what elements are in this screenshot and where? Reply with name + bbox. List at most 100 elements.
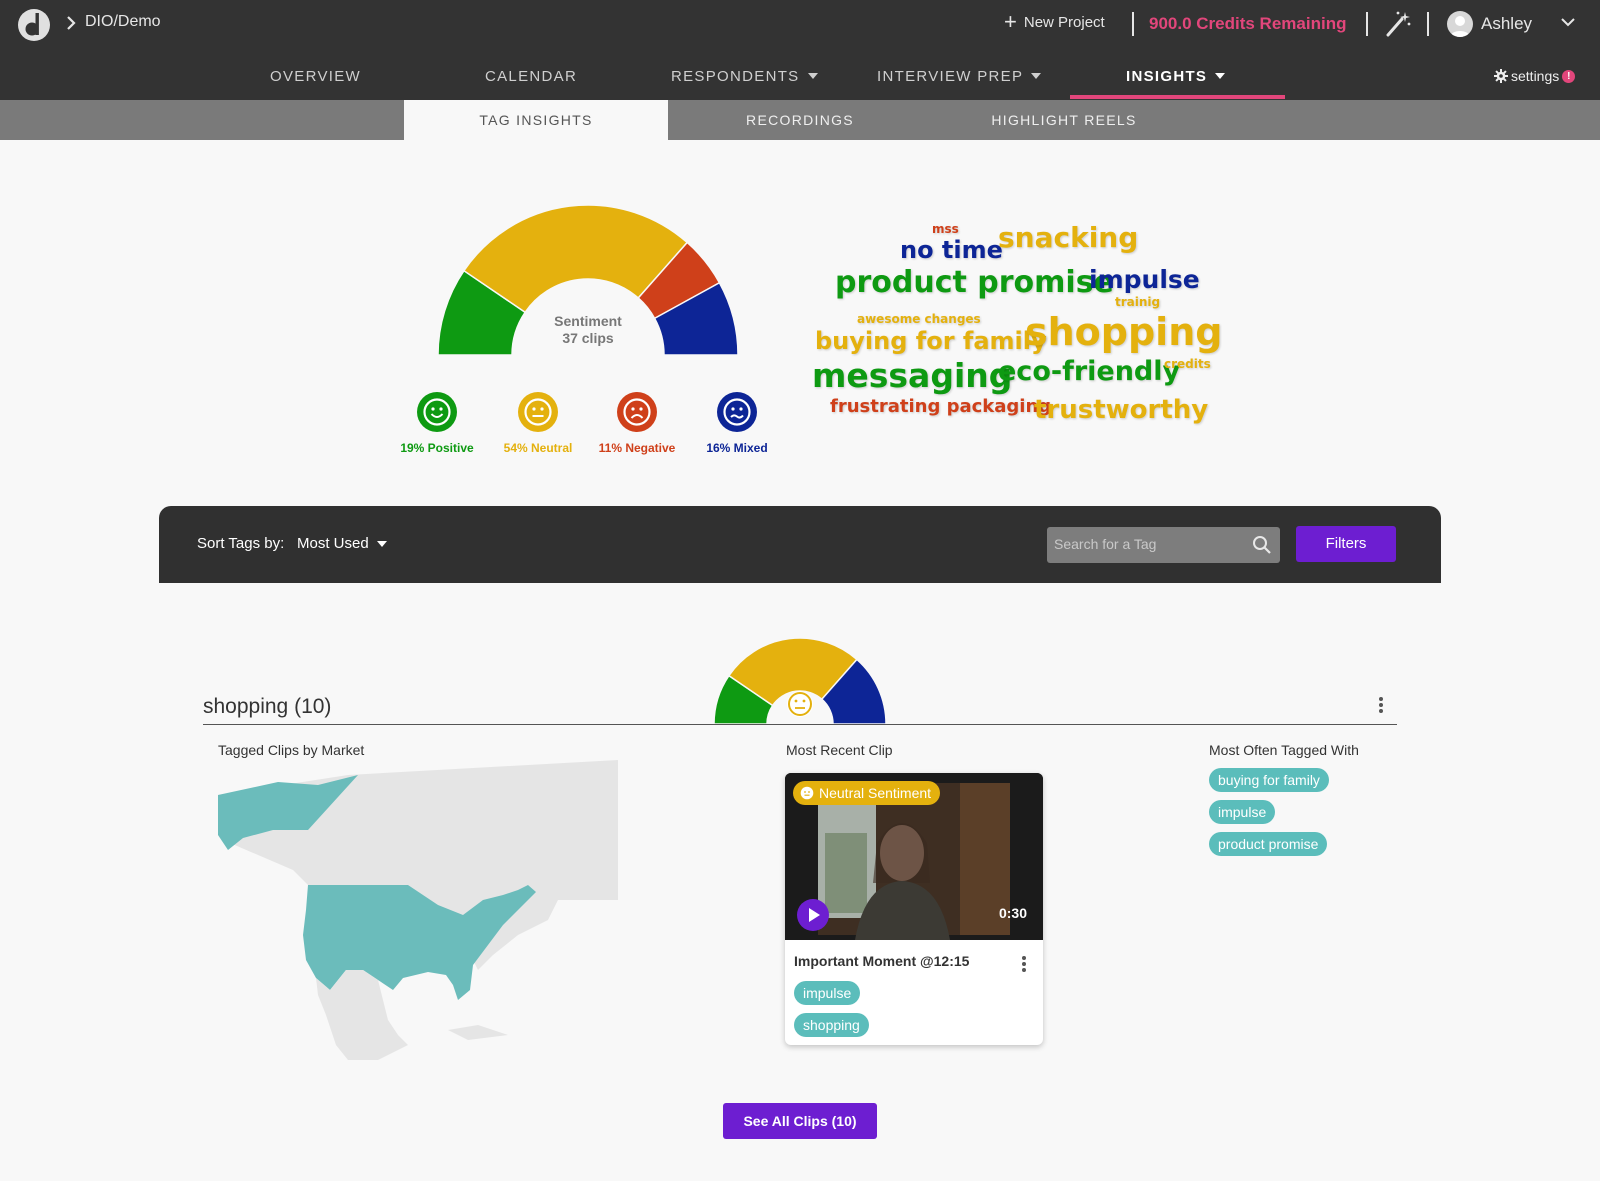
user-name[interactable]: Ashley: [1481, 14, 1532, 34]
neutral-face-icon: [518, 392, 558, 432]
active-nav-indicator: [1070, 95, 1285, 99]
cloud-word[interactable]: mss: [932, 222, 959, 236]
sort-value: Most Used: [297, 535, 369, 552]
sort-dropdown[interactable]: Most Used: [297, 535, 387, 552]
clip-tag-pill[interactable]: shopping: [794, 1013, 869, 1037]
cloud-word[interactable]: credits: [1164, 357, 1211, 371]
cloud-word[interactable]: buying for family: [815, 327, 1047, 355]
tab-highlight-reels[interactable]: HIGHLIGHT REELS: [932, 100, 1196, 140]
search-input[interactable]: Search for a Tag: [1047, 527, 1280, 563]
cloud-word[interactable]: no time: [900, 236, 1003, 264]
recent-clip-card[interactable]: Neutral Sentiment 0:30 Important Moment …: [785, 773, 1043, 1045]
user-icon: [1450, 16, 1470, 37]
nav-respondents[interactable]: RESPONDENTS: [671, 66, 818, 86]
clip-thumbnail[interactable]: Neutral Sentiment 0:30: [785, 773, 1043, 940]
tag-title: shopping (10): [203, 695, 332, 718]
search-placeholder: Search for a Tag: [1054, 536, 1157, 552]
filters-button[interactable]: Filters: [1296, 526, 1396, 562]
caribbean-region[interactable]: [448, 1025, 508, 1040]
divider: [1427, 12, 1429, 36]
more-vertical-icon[interactable]: [1378, 696, 1384, 714]
breadcrumb[interactable]: DIO/Demo: [85, 13, 161, 31]
cloud-word[interactable]: shopping: [1025, 310, 1222, 354]
play-icon: [809, 908, 820, 922]
nav-respondents-label: RESPONDENTS: [671, 67, 800, 85]
cloud-word[interactable]: product promise: [835, 265, 1114, 300]
tab-recordings[interactable]: RECORDINGS: [668, 100, 932, 140]
cloud-word[interactable]: trustworthy: [1034, 395, 1208, 425]
avatar[interactable]: [1447, 11, 1473, 37]
caret-down-icon: [1031, 73, 1042, 79]
gear-icon: [1494, 69, 1508, 83]
nav-insights-label: INSIGHTS: [1126, 67, 1208, 85]
related-tag-pill[interactable]: impulse: [1209, 800, 1276, 824]
search-icon[interactable]: [1252, 535, 1272, 555]
nav-overview[interactable]: OVERVIEW: [270, 66, 361, 86]
chevron-down-icon[interactable]: [1560, 16, 1576, 28]
play-button[interactable]: [797, 899, 829, 931]
cloud-word[interactable]: frustrating packaging: [830, 396, 1051, 417]
related-tag-pill[interactable]: buying for family: [1209, 768, 1329, 792]
legend-mixed: 16% Mixed: [687, 392, 787, 455]
sentiment-badge: Neutral Sentiment: [793, 781, 941, 805]
legend-positive-label: 19% Positive: [400, 441, 474, 455]
caret-down-icon: [807, 73, 818, 79]
legend-negative-label: 11% Negative: [598, 441, 676, 455]
tag-sentiment-gauge: [713, 637, 887, 724]
credits-remaining[interactable]: 900.0 Credits Remaining: [1149, 14, 1346, 34]
sort-label: Sort Tags by:: [197, 535, 285, 552]
divider: [1132, 12, 1134, 36]
new-project-button[interactable]: + New Project: [1004, 9, 1105, 34]
dio-logo-icon[interactable]: [17, 8, 51, 42]
legend-positive: 19% Positive: [387, 392, 487, 455]
nav-insights[interactable]: INSIGHTS: [1126, 66, 1226, 86]
recent-clip-label: Most Recent Clip: [786, 742, 893, 758]
chevron-right-icon: [67, 16, 76, 30]
cloud-word[interactable]: awesome changes: [857, 312, 981, 326]
clip-title[interactable]: Important Moment @12:15: [794, 953, 969, 969]
nav-interview-prep[interactable]: INTERVIEW PREP: [877, 66, 1042, 86]
tab-tag-insights[interactable]: TAG INSIGHTS: [404, 100, 668, 140]
settings-label: settings: [1511, 68, 1560, 84]
divider: [203, 724, 1397, 725]
nav-calendar[interactable]: CALENDAR: [485, 66, 577, 86]
mixed-face-icon: [717, 392, 757, 432]
sentiment-gauge: Sentiment 37 clips: [437, 204, 739, 356]
related-tags-label: Most Often Tagged With: [1209, 742, 1359, 758]
tag-toolbar: Sort Tags by: Most Used Search for a Tag…: [159, 506, 1441, 583]
new-project-label: New Project: [1023, 13, 1105, 31]
gauge-title: Sentiment: [554, 313, 622, 329]
cloud-word[interactable]: messaging: [812, 356, 1012, 395]
market-map: [218, 760, 618, 1060]
caret-down-icon: [376, 540, 387, 547]
alert-icon: !: [1562, 69, 1576, 83]
map-label: Tagged Clips by Market: [218, 742, 365, 758]
magic-wand-icon[interactable]: [1384, 10, 1412, 38]
cloud-word[interactable]: eco-friendly: [998, 356, 1180, 387]
frown-face-icon: [617, 392, 657, 432]
cloud-word[interactable]: snacking: [998, 221, 1138, 254]
see-all-clips-button[interactable]: See All Clips (10): [723, 1103, 877, 1139]
clip-tag-pill[interactable]: impulse: [794, 981, 861, 1005]
more-vertical-icon[interactable]: [1021, 955, 1027, 973]
top-bar: DIO/Demo + New Project 900.0 Credits Rem…: [0, 0, 1600, 100]
clip-duration: 0:30: [998, 905, 1027, 921]
plus-icon: +: [1004, 9, 1017, 34]
legend-neutral-label: 54% Neutral: [503, 441, 573, 455]
gauge-clip-count: 37 clips: [562, 330, 614, 346]
legend-neutral: 54% Neutral: [488, 392, 588, 455]
cloud-word[interactable]: impulse: [1089, 265, 1200, 294]
legend-mixed-label: 16% Mixed: [706, 441, 768, 455]
sub-nav: TAG INSIGHTS RECORDINGS HIGHLIGHT REELS: [0, 100, 1600, 140]
cloud-word[interactable]: trainig: [1115, 295, 1160, 309]
caret-down-icon: [1215, 73, 1226, 79]
related-tag-pill[interactable]: product promise: [1209, 832, 1328, 856]
sentiment-badge-label: Neutral Sentiment: [819, 785, 932, 801]
neutral-face-icon: [800, 786, 814, 800]
neutral-face-icon: [787, 691, 813, 717]
settings-button[interactable]: settings !: [1494, 68, 1576, 84]
smile-face-icon: [417, 392, 457, 432]
nav-interview-prep-label: INTERVIEW PREP: [877, 67, 1024, 85]
nav-calendar-label: CALENDAR: [485, 67, 578, 85]
nav-overview-label: OVERVIEW: [270, 67, 361, 85]
